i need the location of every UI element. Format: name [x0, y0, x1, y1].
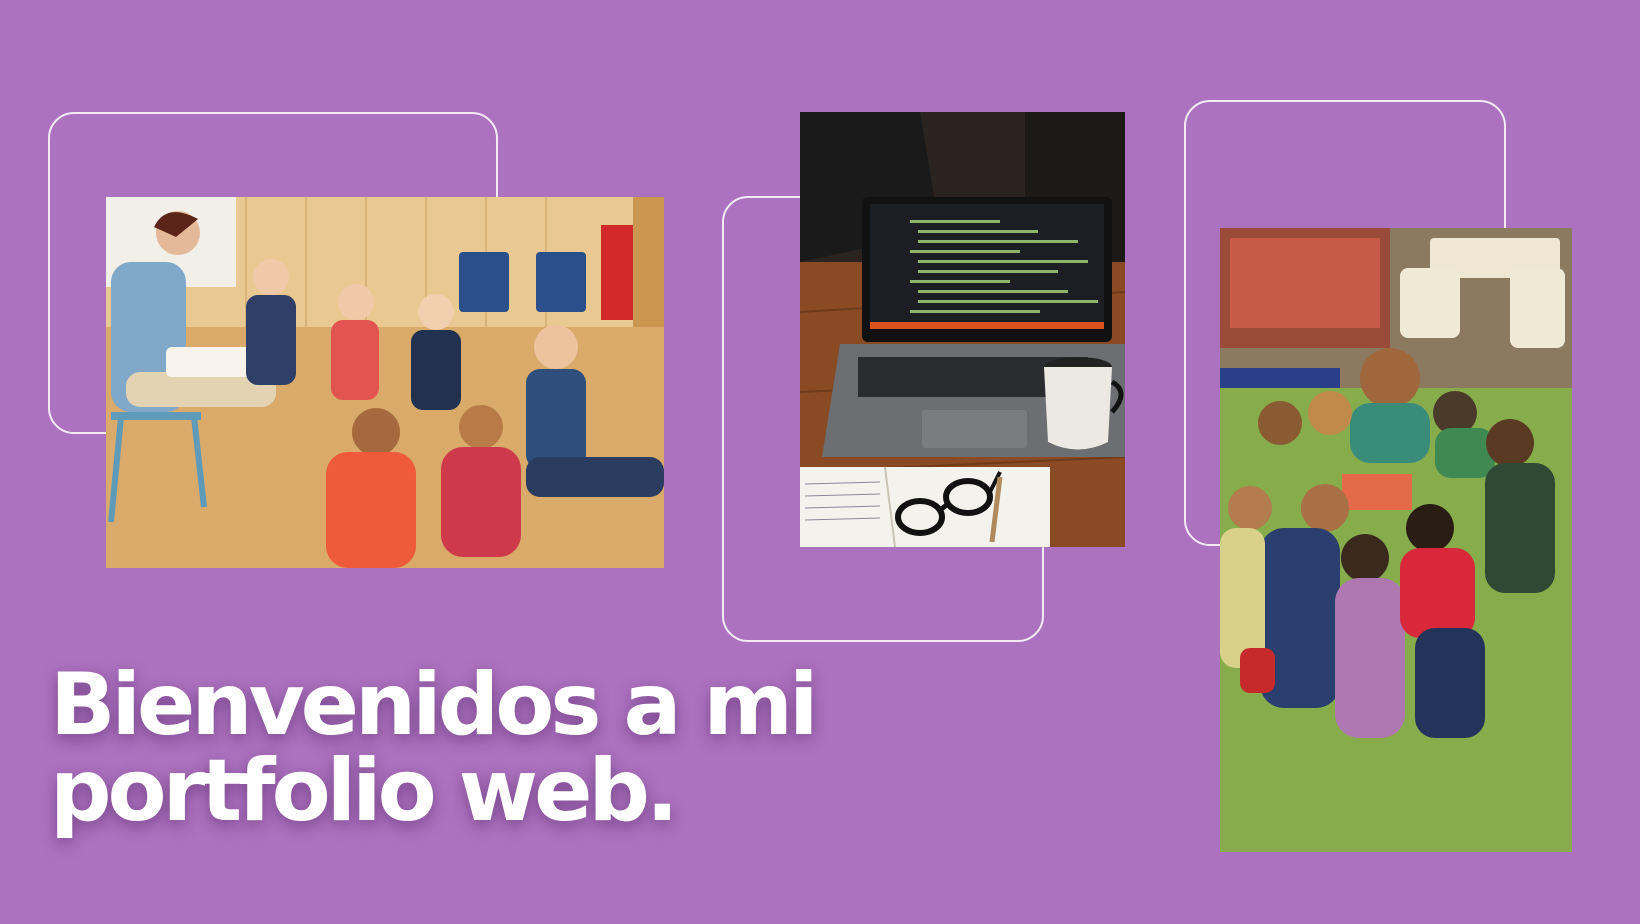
classroom-children-photo [106, 197, 664, 568]
headline-line-2: portfolio web. [50, 741, 679, 841]
laptop-desk-photo [800, 112, 1125, 547]
welcome-headline: Bienvenidos a mi portfolio web. [50, 655, 819, 841]
headline-line-1: Bienvenidos a mi [50, 655, 819, 755]
kids-floor-activity-photo [1220, 228, 1572, 852]
